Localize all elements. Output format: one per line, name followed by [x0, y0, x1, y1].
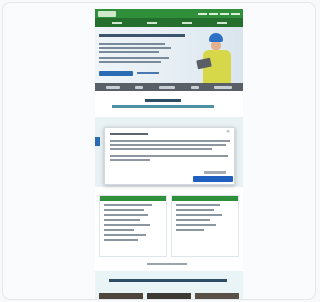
- hero-text-line: [99, 51, 159, 53]
- bottom-section-title: [109, 279, 227, 282]
- column-header: [100, 196, 166, 201]
- dialog-text-line: [110, 155, 228, 157]
- list-item[interactable]: [176, 224, 216, 226]
- feature-columns: [99, 195, 239, 257]
- nav-item[interactable]: [146, 21, 157, 24]
- bottom-section: [95, 271, 243, 299]
- partner-logo: [214, 85, 233, 89]
- list-item[interactable]: [104, 209, 144, 211]
- feature-column-right: [171, 195, 239, 257]
- gallery-image[interactable]: [99, 293, 143, 299]
- hero-secondary-link[interactable]: [137, 72, 159, 74]
- list-item[interactable]: [176, 209, 214, 211]
- gallery-image[interactable]: [195, 293, 239, 299]
- dialog-text-line: [110, 148, 212, 150]
- section-subtitle: [112, 105, 214, 108]
- nav-item[interactable]: [111, 21, 122, 24]
- hero-text-line: [99, 57, 169, 59]
- hero-title: [99, 34, 185, 37]
- list-item[interactable]: [104, 229, 134, 231]
- hero-banner: [95, 27, 243, 83]
- section-title: [145, 99, 181, 102]
- hero-worker-image: [196, 33, 235, 83]
- partner-logo: [105, 85, 120, 89]
- footnote: [147, 263, 187, 265]
- cookie-settings-link[interactable]: [204, 171, 226, 174]
- header-contacts: [198, 12, 240, 15]
- hero-text-line: [99, 47, 171, 49]
- accept-cookies-button[interactable]: [193, 176, 233, 182]
- list-item[interactable]: [104, 219, 140, 221]
- dialog-text-line: [110, 159, 150, 161]
- close-icon[interactable]: ✕: [226, 130, 231, 135]
- list-item[interactable]: [104, 224, 150, 226]
- dialog-text-line: [110, 140, 230, 142]
- partner-logo: [190, 85, 199, 89]
- partner-logo: [158, 85, 175, 89]
- cookie-consent-dialog: ✕: [104, 127, 235, 185]
- gallery-image[interactable]: [147, 293, 191, 299]
- site-header: [95, 9, 243, 27]
- hero-text-line: [99, 43, 165, 45]
- list-item[interactable]: [176, 204, 220, 206]
- list-item[interactable]: [104, 214, 148, 216]
- column-header: [172, 196, 238, 201]
- intro-section: [95, 91, 243, 117]
- list-item[interactable]: [104, 239, 138, 241]
- nav-item[interactable]: [216, 21, 227, 24]
- feature-column-left: [99, 195, 167, 257]
- dialog-text-line: [110, 144, 226, 146]
- list-item[interactable]: [104, 204, 152, 206]
- side-feedback-tab[interactable]: [95, 137, 100, 146]
- site-logo[interactable]: [98, 10, 116, 17]
- list-item[interactable]: [104, 234, 146, 236]
- list-item[interactable]: [176, 229, 204, 231]
- dialog-title: [110, 133, 148, 135]
- partner-logo: [135, 85, 144, 89]
- nav-item[interactable]: [181, 21, 192, 24]
- hero-text-line: [99, 61, 161, 63]
- hero-cta-button[interactable]: [99, 71, 133, 76]
- screenshot-frame: ✕: [2, 2, 316, 300]
- main-navigation: [95, 18, 243, 27]
- partner-logos-strip: [95, 83, 243, 91]
- list-item[interactable]: [176, 219, 210, 221]
- list-item[interactable]: [176, 214, 222, 216]
- image-gallery: [99, 293, 239, 299]
